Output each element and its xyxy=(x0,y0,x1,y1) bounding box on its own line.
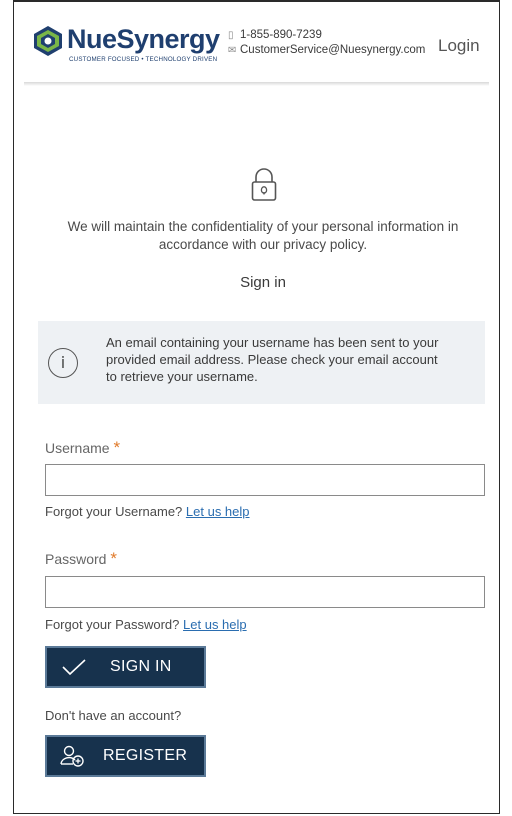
check-icon xyxy=(62,659,86,676)
email-address[interactable]: CustomerService@Nuesynergy.com xyxy=(240,44,425,56)
add-user-icon xyxy=(60,745,84,767)
forgot-username-link[interactable]: Let us help xyxy=(186,504,250,519)
username-input[interactable] xyxy=(45,464,485,496)
privacy-message: We will maintain the confidentiality of … xyxy=(67,219,459,252)
contact-info: ▯ 1-855-890-7239 ✉ CustomerService@Nuesyne… xyxy=(228,28,425,58)
sign-in-label: SIGN IN xyxy=(110,658,172,675)
app-frame xyxy=(13,0,500,814)
logo-icon xyxy=(34,26,62,56)
page-title: Sign in xyxy=(240,274,286,291)
notice-message: An email containing your username has be… xyxy=(106,335,439,384)
phone-number[interactable]: 1-855-890-7239 xyxy=(240,29,322,41)
register-button[interactable]: REGISTER xyxy=(45,735,206,777)
password-label: Password * xyxy=(45,549,117,569)
header: NueSynergy CUSTOMER FOCUSED • TECHNOLOGY… xyxy=(14,2,499,82)
required-marker: * xyxy=(110,549,117,568)
brand-name: NueSynergy xyxy=(67,24,220,54)
lock-icon xyxy=(251,168,277,201)
password-input[interactable] xyxy=(45,576,485,608)
header-divider xyxy=(24,82,489,86)
required-marker: * xyxy=(113,438,121,457)
forgot-password-text: Forgot your Password? xyxy=(45,617,180,632)
email-row: ✉ CustomerService@Nuesynergy.com xyxy=(228,43,425,58)
username-label: Username * xyxy=(45,438,120,458)
forgot-username: Forgot your Username? Let us help xyxy=(45,504,250,519)
phone-row: ▯ 1-855-890-7239 xyxy=(228,28,425,43)
register-label: REGISTER xyxy=(103,747,188,764)
sign-in-button[interactable]: SIGN IN xyxy=(45,646,206,688)
login-link[interactable]: Login xyxy=(438,36,480,56)
forgot-password: Forgot your Password? Let us help xyxy=(45,617,247,632)
phone-icon: ▯ xyxy=(228,30,234,41)
mail-icon: ✉ xyxy=(228,45,237,56)
brand-tagline: CUSTOMER FOCUSED • TECHNOLOGY DRIVEN xyxy=(69,56,218,63)
notice-banner: i An email containing your username has … xyxy=(38,321,485,404)
logo[interactable]: NueSynergy CUSTOMER FOCUSED • TECHNOLOGY… xyxy=(32,24,232,72)
no-account-text: Don't have an account? xyxy=(45,708,182,723)
username-label-text: Username xyxy=(45,440,110,456)
forgot-username-text: Forgot your Username? xyxy=(45,504,183,519)
info-icon: i xyxy=(48,348,78,378)
password-label-text: Password xyxy=(45,551,107,567)
forgot-password-link[interactable]: Let us help xyxy=(183,617,247,632)
